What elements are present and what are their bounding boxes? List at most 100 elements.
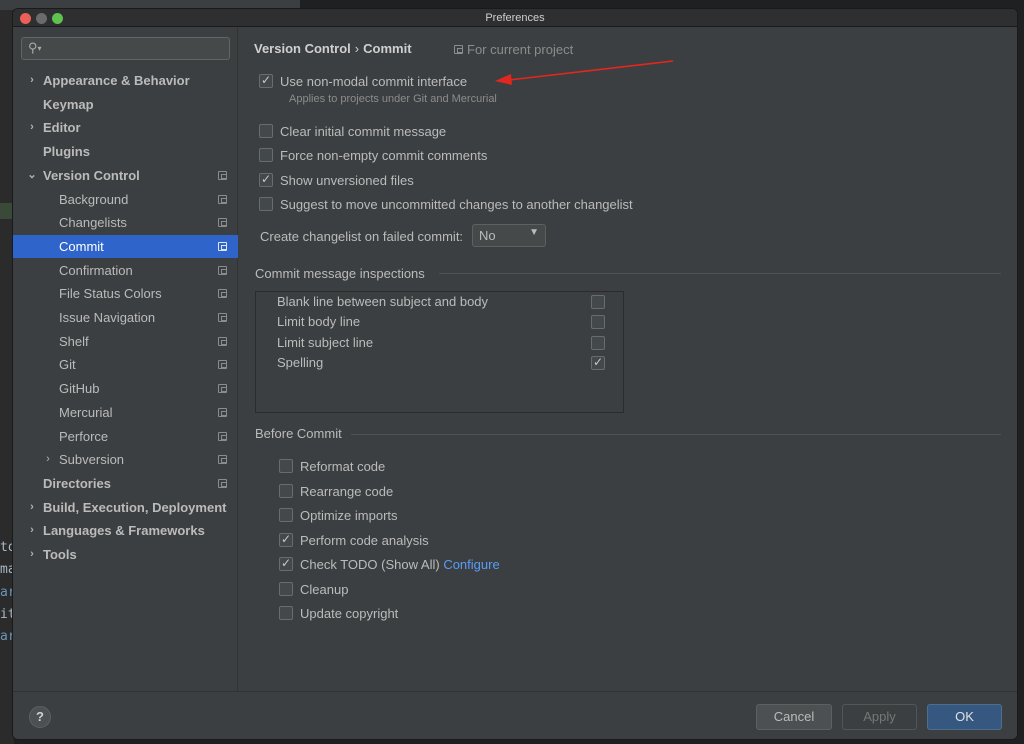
sidebar-item-background[interactable]: Background [13,188,238,211]
chevron-right-icon[interactable]: › [27,116,37,139]
show-unversioned-checkbox[interactable] [259,172,273,187]
inspection-item-checkbox[interactable] [591,295,605,309]
sidebar-item-build-execution-deployment[interactable]: › Build, Execution, Deployment [13,496,238,519]
scope-indicator: For current project [454,42,573,57]
sidebar-item-commit[interactable]: Commit [13,234,238,258]
sidebar-item-changelists[interactable]: Changelists [13,211,238,234]
project-scope-icon [218,218,227,228]
sidebar-item-file-status-colors[interactable]: File Status Colors [13,282,238,305]
maximize-window-button[interactable] [52,13,63,24]
ok-button[interactable]: OK [927,704,1002,730]
before-commit-label: Rearrange code [300,484,394,499]
project-scope-icon [218,265,227,275]
sidebar-item-git[interactable]: Git [13,353,238,376]
chevron-down-icon[interactable]: ⌄ [27,164,37,187]
chevron-right-icon[interactable]: › [27,496,37,519]
before-commit-checkbox[interactable] [279,484,293,498]
sidebar-item-label: Build, Execution, Deployment [43,499,227,515]
cancel-button[interactable]: Cancel [756,704,832,730]
sidebar-item-version-control[interactable]: ⌄ Version Control [13,164,238,187]
sidebar-item-issue-navigation[interactable]: Issue Navigation [13,306,238,329]
apply-button[interactable]: Apply [842,704,917,730]
section-divider [439,273,1001,274]
sidebar-item-directories[interactable]: Directories [13,472,238,495]
dropdown-arrow-icon: ▼ [529,227,539,238]
sidebar-item-label: Plugins [43,144,90,160]
sidebar-item-subversion[interactable]: › Subversion [13,448,238,471]
show-unversioned-label: Show unversioned files [280,173,414,188]
inspection-item-label: Blank line between subject and body [277,294,489,309]
inspections-section-title: Commit message inspections [255,266,425,281]
sidebar-item-label: Subversion [59,452,125,468]
sidebar-item-github[interactable]: GitHub [13,377,238,400]
force-nonempty-comments-checkbox[interactable] [259,148,273,162]
before-commit-checkbox[interactable] [279,508,293,522]
chevron-right-icon[interactable]: › [27,519,37,542]
sidebar-item-confirmation[interactable]: Confirmation [13,259,238,282]
sidebar-item-perforce[interactable]: Perforce [13,425,238,448]
inspection-item-label: Spelling [277,355,324,370]
sidebar-item-label: Keymap [43,96,94,112]
suggest-move-checkbox[interactable] [259,197,273,211]
clear-initial-message-checkbox[interactable] [259,124,273,138]
project-scope-icon [454,45,463,54]
before-commit-label: Update copyright [300,606,399,621]
inspection-item-label: Limit body line [277,314,361,329]
before-commit-checkbox[interactable] [279,582,293,596]
failed-commit-select[interactable]: No ▼ [472,224,546,247]
settings-search-input[interactable]: ⚲ [21,37,230,60]
sidebar-item-shelf[interactable]: Shelf [13,330,238,353]
before-commit-checkbox[interactable] [279,459,293,473]
sidebar-item-label: Appearance & Behavior [43,73,190,88]
inspection-item-label: Limit subject line [277,335,374,350]
inspections-list: Blank line between subject and body Limi… [255,291,624,413]
sidebar-item-label: Editor [43,120,81,136]
inspection-item-checkbox[interactable] [591,315,605,329]
sidebar-item-languages-frameworks[interactable]: › Languages & Frameworks [13,519,238,542]
scope-label: For current project [467,42,574,57]
settings-sidebar: ⚲ › Appearance & Behavior Keymap › Editor Plu… [13,28,238,691]
chevron-right-icon[interactable]: › [43,448,53,471]
search-icon: ⚲ [28,40,42,56]
sidebar-item-keymap[interactable]: Keymap [13,93,238,116]
help-button[interactable]: ? [29,706,51,728]
sidebar-item-label: Shelf [59,333,89,349]
minimize-window-button[interactable] [36,13,47,24]
inspection-item-checkbox[interactable] [591,336,605,350]
project-scope-icon [218,194,227,204]
non-modal-commit-label: Use non-modal commit interface [280,74,468,89]
sidebar-item-label: File Status Colors [59,286,162,302]
sidebar-item-mercurial[interactable]: Mercurial [13,401,238,424]
breadcrumb-current: Commit [363,41,412,56]
breadcrumb-parent[interactable]: Version Control [254,41,351,56]
breadcrumb-separator: › [354,41,360,56]
before-commit-checkbox[interactable] [279,556,293,571]
non-modal-commit-checkbox[interactable] [259,73,273,88]
sidebar-item-editor[interactable]: › Editor [13,116,238,139]
before-commit-section-title: Before Commit [255,426,342,441]
project-scope-icon [218,431,227,441]
project-scope-icon [218,478,227,488]
project-scope-icon [218,170,227,180]
project-scope-icon [218,384,227,394]
close-window-button[interactable] [20,13,31,24]
clear-initial-message-label: Clear initial commit message [280,124,447,139]
before-commit-label-with-link: Check TODO (Show All) Configure [300,557,500,572]
before-commit-checkbox[interactable] [279,532,293,547]
project-scope-icon [218,336,227,346]
sidebar-item-plugins[interactable]: Plugins [13,140,238,163]
sidebar-item-label: Languages & Frameworks [43,523,205,539]
check-todo-label: Check TODO (Show All) [300,557,440,572]
sidebar-item-appearance-behavior[interactable]: › Appearance & Behavior [13,69,238,92]
sidebar-item-label: Background [59,191,129,207]
dialog-button-bar: ? Cancel Apply OK [13,691,1017,739]
sidebar-item-tools[interactable]: › Tools [13,543,238,566]
sidebar-item-label: Confirmation [59,262,133,278]
configure-todo-link[interactable]: Configure [443,557,499,572]
chevron-right-icon[interactable]: › [27,69,37,92]
chevron-right-icon[interactable]: › [27,543,37,566]
inspection-item-checkbox[interactable] [591,355,605,370]
window-titlebar: Preferences [13,9,1017,27]
project-scope-icon [218,455,227,465]
before-commit-checkbox[interactable] [279,606,293,620]
